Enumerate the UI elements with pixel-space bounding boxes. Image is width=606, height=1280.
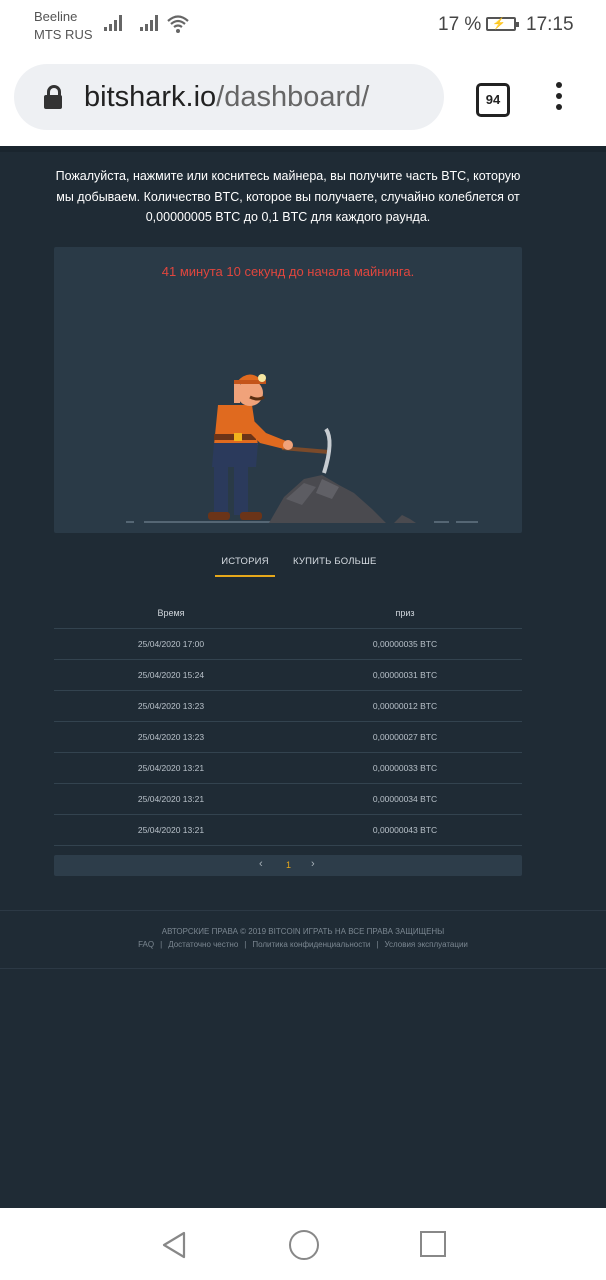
column-prize: приз [395,608,415,618]
status-time: 17:15 [526,14,574,35]
battery-percentage: 17 % [438,14,482,35]
footer-separator: | [376,940,379,949]
row-prize: 0,00000033 BTC [372,763,438,773]
pagination-prev-button[interactable]: ‹ [259,858,263,870]
table-row: 25/04/2020 13:23 0,00000027 BTC [54,722,522,753]
row-time: 25/04/2020 13:21 [137,794,205,804]
footer-link-provably-fair[interactable]: Достаточно честно [168,940,238,949]
footer-link-terms[interactable]: Условия эксплуатации [384,940,467,949]
row-prize: 0,00000027 BTC [372,732,438,742]
column-time: Время [157,608,185,618]
lock-icon[interactable] [44,85,62,109]
footer-copyright: АВТОРСКИЕ ПРАВА © 2019 BITCOIN ИГРАТЬ НА… [161,927,445,936]
table-row: 25/04/2020 13:23 0,00000012 BTC [54,691,522,722]
table-row: 25/04/2020 13:21 0,00000034 BTC [54,784,522,815]
row-time: 25/04/2020 13:23 [137,701,205,711]
url-path: /dashboard/ [216,81,370,113]
address-bar[interactable]: bitshark.io/dashboard/ [14,64,444,130]
row-time: 25/04/2020 15:24 [137,670,205,680]
carrier-info: Beeline MTS RUS [34,8,93,44]
footer-links: FAQ | Достаточно честно | Политика конфиденц… [0,940,606,949]
tab-switcher-button[interactable]: 94 [476,83,510,117]
pagination-page-current[interactable]: 1 [286,860,291,870]
footer-divider-top [0,910,606,911]
history-table: Время приз 25/04/2020 17:00 0,00000035 BT… [54,598,522,846]
tab-history[interactable]: ИСТОРИЯ [215,556,275,577]
pagination-next-button[interactable]: › [311,858,315,870]
row-prize: 0,00000012 BTC [372,701,438,711]
footer-link-privacy[interactable]: Политика конфиденциальности [252,940,370,949]
footer-link-faq[interactable]: FAQ [138,940,154,949]
table-row: 25/04/2020 13:21 0,00000033 BTC [54,753,522,784]
recent-apps-icon[interactable] [420,1231,446,1257]
row-prize: 0,00000043 BTC [372,825,438,835]
home-icon[interactable] [289,1230,319,1260]
pagination: ‹ 1 › [54,855,522,876]
row-time: 25/04/2020 13:23 [137,732,205,742]
row-time: 25/04/2020 13:21 [137,825,205,835]
row-time: 25/04/2020 13:21 [137,763,205,773]
carrier-primary: Beeline [34,9,78,24]
dashboard-page: Пожалуйста, нажмите или коснитесь майнер… [0,146,606,1208]
back-icon[interactable] [160,1230,188,1260]
table-row: 25/04/2020 17:00 0,00000035 BTC [54,629,522,660]
row-prize: 0,00000035 BTC [372,639,438,649]
browser-toolbar: bitshark.io/dashboard/ 94 [0,50,606,146]
table-row: 25/04/2020 13:21 0,00000043 BTC [54,815,522,846]
row-time: 25/04/2020 17:00 [137,639,205,649]
footer-separator: | [160,940,163,949]
more-menu-icon[interactable] [554,82,564,116]
system-navigation-bar [0,1208,606,1280]
mining-instructions: Пожалуйста, нажмите или коснитесь майнер… [55,169,521,224]
miner-illustration[interactable] [54,247,522,533]
row-prize: 0,00000031 BTC [372,670,438,680]
footer-separator: | [244,940,247,949]
miner-panel[interactable]: 41 минута 10 секунд до начала майнинга. [54,247,522,533]
row-prize: 0,00000034 BTC [372,794,438,804]
wifi-icon [167,15,189,33]
tab-buy-more[interactable]: КУПИТЬ БОЛЬШЕ [293,556,377,567]
signal-icon-sim2 [140,15,160,31]
status-bar: Beeline MTS RUS 17 % ⚡ 17:15 [0,0,606,50]
url-text[interactable]: bitshark.io/dashboard/ [84,81,369,114]
carrier-secondary: MTS RUS [34,27,93,42]
signal-icon-sim1 [104,15,124,31]
header-divider [0,146,606,152]
url-host: bitshark.io [84,81,217,113]
table-row: 25/04/2020 15:24 0,00000031 BTC [54,660,522,691]
footer-divider-bottom [0,968,606,969]
battery-charging-icon: ⚡ [486,17,519,31]
history-tabs: ИСТОРИЯ КУПИТЬ БОЛЬШЕ [0,556,606,582]
table-header: Время приз [54,598,522,629]
